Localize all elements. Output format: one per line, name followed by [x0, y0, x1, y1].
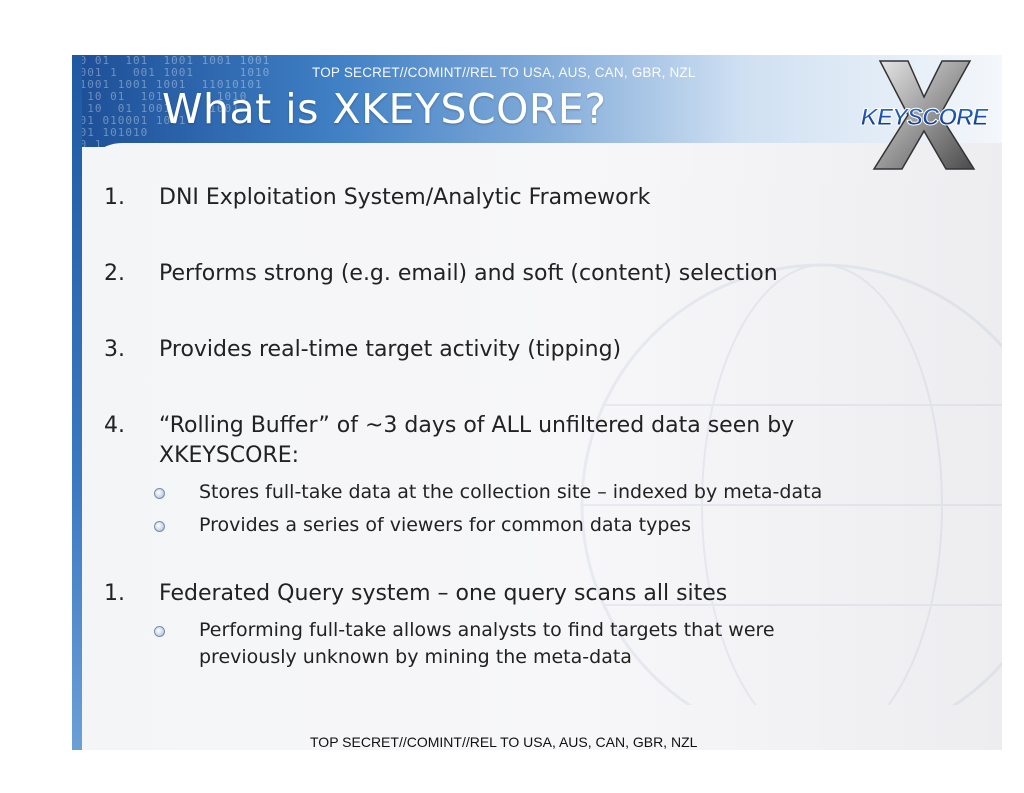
classification-banner-bottom: TOP SECRET//COMINT//REL TO USA, AUS, CAN…: [310, 734, 698, 750]
item-number: 3.: [104, 337, 125, 362]
item-text-line: “Rolling Buffer” of ~3 days of ALL unfil…: [159, 413, 795, 438]
slide: 10 01 101 1001 1001 1001 1001 1 001 1001…: [72, 55, 1002, 750]
sub-item-text-line: previously unknown by mining the meta-da…: [199, 646, 632, 668]
sub-item-text: Provides a series of viewers for common …: [199, 514, 692, 536]
item-text: Performs strong (e.g. email) and soft (c…: [159, 261, 778, 286]
item-text: Federated Query system – one query scans…: [159, 581, 728, 606]
bullet-icon: [154, 488, 165, 499]
sub-item-text-line: Performing full-take allows analysts to …: [199, 619, 775, 641]
item-text-line: XKEYSCORE:: [159, 443, 300, 468]
item-text: DNI Exploitation System/Analytic Framewo…: [159, 185, 651, 210]
content-list: 1. DNI Exploitation System/Analytic Fram…: [72, 55, 1002, 750]
item-text: “Rolling Buffer” of ~3 days of ALL unfil…: [159, 411, 919, 471]
item-text: Provides real-time target activity (tipp…: [159, 337, 622, 362]
sub-item-text: Stores full-take data at the collection …: [199, 481, 823, 503]
item-number: 1.: [104, 581, 125, 606]
item-number: 1.: [104, 185, 125, 210]
bullet-icon: [154, 626, 165, 637]
bullet-icon: [154, 521, 165, 532]
item-number: 2.: [104, 261, 125, 286]
item-number: 4.: [104, 413, 125, 438]
sub-item-text: Performing full-take allows analysts to …: [199, 617, 979, 671]
